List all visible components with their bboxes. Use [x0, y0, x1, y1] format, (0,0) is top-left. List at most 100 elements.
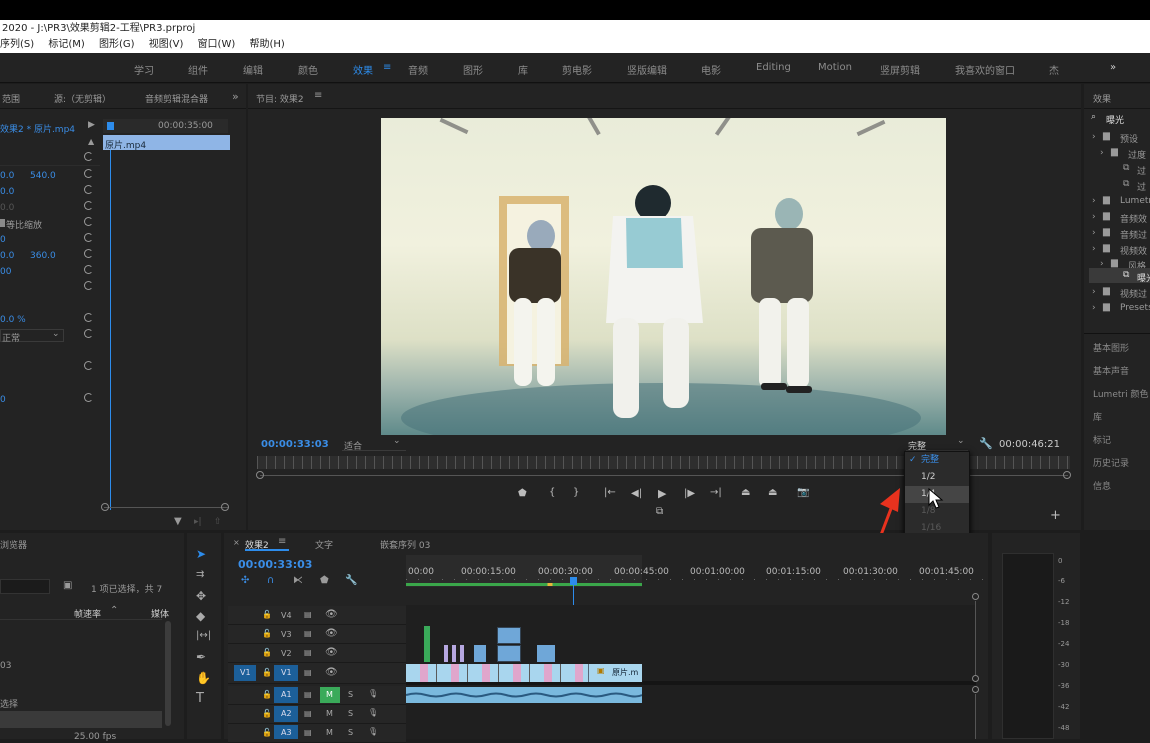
sync-lock-icon[interactable]: ▤: [304, 668, 312, 677]
wrench-icon[interactable]: 🔧: [979, 437, 993, 450]
workspace-overflow-icon[interactable]: »: [1110, 62, 1116, 73]
step-back-icon[interactable]: ◀|: [631, 488, 642, 499]
track-header-a3[interactable]: 🔓 A3 ▤ M S 🎙: [228, 724, 406, 743]
workspace-cut-movie[interactable]: 剪电影: [562, 62, 592, 77]
expand-right-icon[interactable]: ▶: [88, 120, 95, 130]
collapse-up-icon[interactable]: ▲: [88, 137, 94, 146]
reset-icon[interactable]: [84, 313, 93, 322]
workspace-editing-en[interactable]: Editing: [756, 62, 791, 73]
timeline-clip[interactable]: [424, 626, 430, 662]
track-header-v1[interactable]: V1 🔓 V1 ▤ 👁: [228, 663, 406, 684]
workspace-favorites[interactable]: 我喜欢的窗口: [955, 62, 1015, 77]
timeline-tab-menu-icon[interactable]: ≡: [278, 536, 286, 547]
microphone-icon[interactable]: 🎙: [368, 727, 378, 736]
workspace-learn[interactable]: 学习: [134, 62, 154, 77]
project-scrollbar[interactable]: [165, 621, 171, 726]
sort-asc-icon[interactable]: ⌃: [110, 605, 118, 616]
slip-tool-icon[interactable]: |↔|: [196, 630, 211, 641]
program-tab-menu-icon[interactable]: ≡: [314, 90, 322, 101]
snap-icon[interactable]: ∩: [267, 575, 274, 586]
timeline-clip[interactable]: [474, 645, 486, 662]
reset-icon[interactable]: [84, 265, 93, 274]
solo-button[interactable]: S: [348, 728, 353, 737]
sync-lock-icon[interactable]: ▤: [304, 709, 312, 718]
tab-source[interactable]: 源:（无剪辑）: [54, 92, 111, 105]
workspace-assembly[interactable]: 组件: [188, 62, 208, 77]
panel-essential-sound[interactable]: 基本声音: [1093, 364, 1129, 377]
a1-audio-clip[interactable]: [405, 687, 643, 703]
workspace-libraries[interactable]: 库: [518, 62, 528, 77]
nest-icon[interactable]: ✣: [241, 575, 249, 586]
tree-toggle-icon[interactable]: ›: [1092, 132, 1096, 142]
panel-lumetri-color[interactable]: Lumetri 颜色: [1093, 387, 1148, 400]
eye-icon[interactable]: 👁: [325, 609, 338, 620]
workspace-movie[interactable]: 电影: [701, 62, 721, 77]
timeline-timecode[interactable]: 00:00:33:03: [238, 558, 312, 571]
zoom-handle-right[interactable]: [1063, 471, 1071, 479]
workspace-editing[interactable]: 编辑: [243, 62, 263, 77]
eye-icon[interactable]: 👁: [325, 667, 338, 678]
track-header-v2[interactable]: 🔓 V2 ▤ 👁: [228, 644, 406, 663]
add-marker-icon[interactable]: ⬟: [518, 488, 527, 499]
new-bin-icon[interactable]: ▣: [63, 580, 72, 591]
project-row-label[interactable]: 选择: [0, 697, 18, 710]
uniform-scale-checkbox[interactable]: [0, 219, 5, 227]
workspace-effects-menu-icon[interactable]: ≡: [383, 62, 391, 73]
opacity-value[interactable]: 0.0 %: [0, 315, 26, 325]
compare-view-icon[interactable]: ⧉: [656, 506, 663, 517]
project-panel-title[interactable]: 浏览器: [0, 538, 27, 551]
add-marker-icon[interactable]: ⬟: [320, 575, 329, 586]
tree-toggle-icon[interactable]: ›: [1092, 303, 1096, 313]
microphone-icon[interactable]: 🎙: [368, 708, 378, 717]
wrench-icon[interactable]: 🔧: [345, 575, 357, 586]
scroll-handle-right[interactable]: [221, 503, 229, 511]
extract-icon[interactable]: ⏏: [768, 487, 777, 498]
lock-icon[interactable]: 🔓: [262, 648, 272, 657]
menu-window[interactable]: 窗口(W): [198, 39, 236, 50]
lock-icon[interactable]: 🔓: [262, 668, 272, 677]
sync-lock-icon[interactable]: ▤: [304, 648, 312, 657]
position-x-value[interactable]: 0.0: [0, 171, 14, 181]
panel-libraries[interactable]: 库: [1093, 410, 1102, 423]
camera-icon[interactable]: 📷: [797, 487, 809, 498]
step-forward-icon[interactable]: |▶: [684, 488, 695, 499]
time-remap-value[interactable]: 0: [0, 395, 6, 405]
filter-icon[interactable]: ▼: [174, 516, 182, 527]
menu-help[interactable]: 帮助(H): [249, 39, 284, 50]
eye-icon[interactable]: 👁: [325, 647, 338, 658]
timeline-tab-nested[interactable]: 嵌套序列 03: [380, 538, 430, 551]
add-button-icon[interactable]: +: [1050, 508, 1061, 523]
workspace-color[interactable]: 颜色: [298, 62, 318, 77]
tree-preset-1[interactable]: 过: [1137, 164, 1146, 177]
tree-toggle-icon[interactable]: ›: [1092, 196, 1096, 206]
razor-tool-icon[interactable]: ◆: [196, 609, 205, 623]
project-search-input[interactable]: [0, 579, 50, 594]
sync-lock-icon[interactable]: ▤: [304, 610, 312, 619]
lock-icon[interactable]: 🔓: [262, 610, 272, 619]
timeline-clip[interactable]: [497, 645, 521, 662]
reset-icon[interactable]: [84, 393, 93, 402]
reset-icon[interactable]: [84, 281, 93, 290]
reset-icon[interactable]: [84, 249, 93, 258]
type-tool-icon[interactable]: T: [196, 691, 204, 706]
lock-icon[interactable]: 🔓: [262, 728, 272, 737]
mute-button[interactable]: M: [326, 709, 333, 718]
lock-icon[interactable]: 🔓: [262, 629, 272, 638]
solo-button[interactable]: S: [348, 690, 353, 699]
linked-selection-icon[interactable]: ⧔: [293, 575, 303, 586]
hand-tool-icon[interactable]: ✋: [196, 671, 211, 685]
project-row-label[interactable]: 03: [0, 661, 11, 671]
workspace-effects[interactable]: 效果: [353, 62, 373, 77]
reset-icon[interactable]: [84, 217, 93, 226]
track-scroll-handle[interactable]: [972, 675, 979, 682]
project-selected-row[interactable]: [0, 711, 162, 728]
tree-exposure[interactable]: 曝光: [1137, 271, 1150, 284]
panel-overflow-icon[interactable]: »: [232, 90, 239, 103]
track-header-v4[interactable]: 🔓 V4 ▤ 👁: [228, 606, 406, 625]
lock-icon[interactable]: 🔓: [262, 690, 272, 699]
mark-in-icon[interactable]: {: [549, 487, 555, 498]
timeline-playhead-handle[interactable]: [570, 577, 577, 585]
timeline-clip[interactable]: [452, 645, 456, 662]
reset-icon[interactable]: [84, 169, 93, 178]
sync-lock-icon[interactable]: ▤: [304, 629, 312, 638]
